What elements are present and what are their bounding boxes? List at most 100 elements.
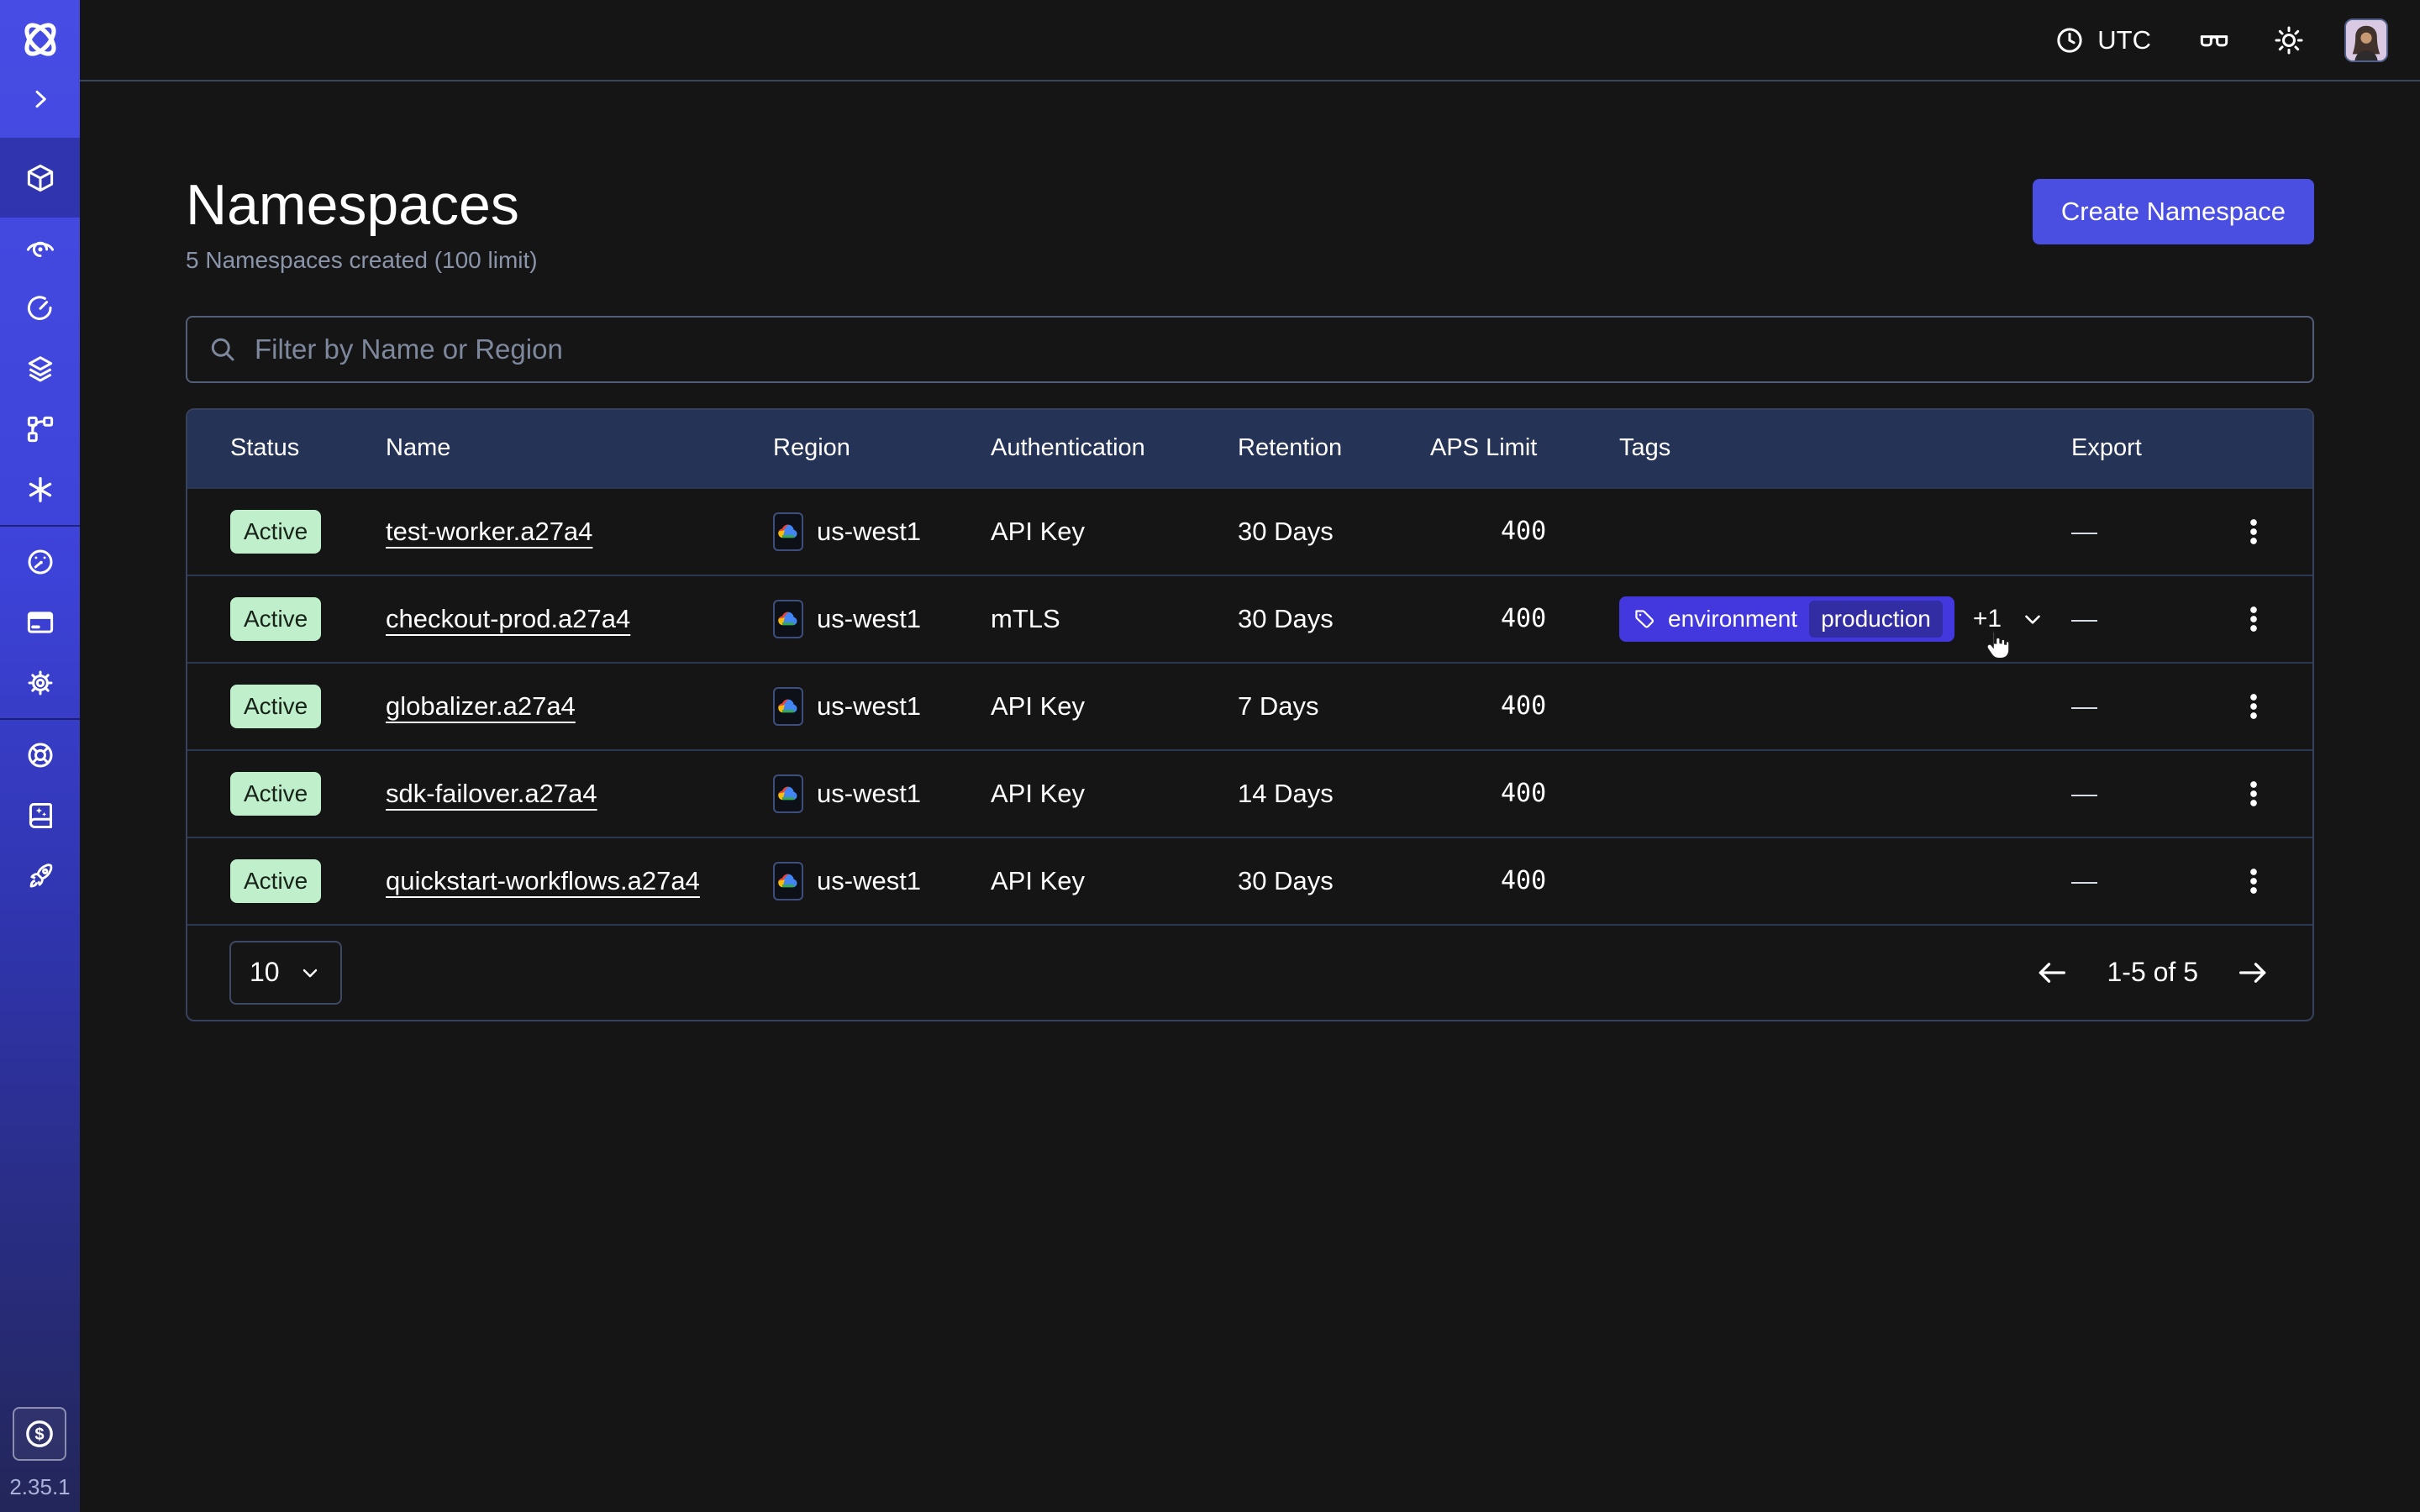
gcp-cloud-icon [773,600,803,638]
sidebar-item-billing-card-icon[interactable] [0,592,80,653]
auth-method-label: mTLS [991,604,1238,634]
table-row: Active sdk-failover.a27a4 us-west1 API K… [187,749,2312,837]
column-header: Name [386,434,773,462]
auth-method-label: API Key [991,517,1238,547]
main-area: UTC [80,0,2420,1512]
auth-method-label: API Key [991,691,1238,722]
branch-icon [24,413,56,445]
create-namespace-button[interactable]: Create Namespace [2033,179,2314,244]
user-avatar[interactable] [2344,18,2388,62]
theme-toggle-button[interactable] [2272,24,2306,57]
export-value: — [2071,691,2195,722]
previous-page-button[interactable] [2034,955,2070,990]
tags-expand-chevron-icon[interactable] [2020,606,2045,632]
lifebuoy-icon [24,739,56,771]
sun-icon [2272,24,2306,57]
namespace-link[interactable]: test-worker.a27a4 [386,517,592,547]
sidebar-item-branch-icon[interactable] [0,399,80,459]
app-window: $ 2.35.1 UTC [0,0,2420,1512]
page-header: Namespaces 5 Namespaces created (100 lim… [186,174,2314,274]
row-menu-button[interactable] [2232,858,2275,905]
sidebar-expand-button[interactable] [27,86,54,113]
sidebar-item-lifebuoy-icon[interactable] [0,725,80,785]
column-header: Tags [1619,434,2071,462]
aps-limit-value: 400 [1430,604,1619,633]
row-menu-button[interactable] [2232,683,2275,730]
export-value: — [2071,517,2195,547]
region-label: us-west1 [817,691,921,722]
temporal-logo [16,15,65,64]
glasses-icon [2195,24,2233,57]
page-title: Namespaces [186,174,538,237]
sidebar-item-gear-icon[interactable] [0,653,80,713]
sidebar-item-asterisk-icon[interactable] [0,459,80,520]
status-badge: Active [230,685,321,728]
tag-badge[interactable]: environment production [1619,596,1954,642]
column-header: Status [230,434,386,462]
export-value: — [2071,866,2195,896]
retention-label: 30 Days [1238,866,1430,896]
svg-text:$: $ [35,1425,45,1444]
region-label: us-west1 [817,779,921,809]
region-label: us-west1 [817,866,921,896]
table-row: Active quickstart-workflows.a27a4 us-wes… [187,837,2312,924]
sidebar-item-eye-spiral-icon[interactable] [0,218,80,278]
filter-input[interactable] [253,333,2292,366]
table-row: Active checkout-prod.a27a4 us-west1 mTLS… [187,575,2312,662]
sidebar-item-book-sparkles-icon[interactable] [0,785,80,846]
tag-icon [1633,607,1656,631]
retention-label: 30 Days [1238,517,1430,547]
gcp-cloud-icon [773,774,803,813]
row-menu-button[interactable] [2232,770,2275,817]
timer-icon [24,292,56,324]
next-page-button[interactable] [2235,955,2270,990]
sidebar-item-namespaces[interactable] [0,138,80,218]
sidebar-item-gauge-icon[interactable] [0,532,80,592]
gcp-cloud-icon [773,862,803,900]
namespace-link[interactable]: globalizer.a27a4 [386,691,576,722]
status-badge: Active [230,772,321,816]
namespaces-table: StatusNameRegionAuthenticationRetentionA… [186,408,2314,1021]
row-menu-button[interactable] [2232,596,2275,643]
rocket-icon [24,860,56,892]
arrow-right-icon [2235,955,2270,990]
chevron-down-icon [298,961,322,984]
sidebar-divider [0,718,80,720]
timezone-label: UTC [2097,25,2151,55]
table-header-row: StatusNameRegionAuthenticationRetentionA… [187,410,2312,487]
retention-label: 7 Days [1238,691,1430,722]
namespace-link[interactable]: checkout-prod.a27a4 [386,604,630,634]
status-badge: Active [230,510,321,554]
sidebar-item-layers-icon[interactable] [0,339,80,399]
cube-icon [24,162,56,194]
tag-more-count: +1 [1973,605,2002,633]
app-version: 2.35.1 [9,1474,70,1500]
aps-limit-value: 400 [1430,866,1619,895]
page-content: Namespaces 5 Namespaces created (100 lim… [80,81,2420,1512]
sidebar-footer: $ 2.35.1 [9,1407,70,1512]
sidebar-item-rocket-icon[interactable] [0,846,80,906]
book-sparkles-icon [24,800,56,832]
accessibility-button[interactable] [2195,24,2233,57]
table-body: Active test-worker.a27a4 us-west1 API Ke… [187,487,2312,924]
column-header: Export [2071,434,2195,462]
aps-limit-value: 400 [1430,517,1619,546]
eye-spiral-icon [24,232,56,264]
sidebar-item-timer-icon[interactable] [0,278,80,339]
tag-value-label: production [1809,601,1943,638]
sidebar-divider [0,525,80,527]
page-size-selector[interactable]: 10 [229,941,342,1005]
namespace-link[interactable]: sdk-failover.a27a4 [386,779,597,809]
namespace-link[interactable]: quickstart-workflows.a27a4 [386,866,700,896]
credits-button[interactable]: $ [13,1407,66,1461]
dollar-badge-icon: $ [22,1416,57,1452]
region-label: us-west1 [817,604,921,634]
search-icon [208,334,238,365]
sidebar: $ 2.35.1 [0,0,80,1512]
timezone-selector[interactable]: UTC [2049,24,2156,57]
column-header: Retention [1238,434,1430,462]
row-menu-button[interactable] [2232,508,2275,555]
gear-icon [24,667,56,699]
table-footer: 10 1-5 of 5 [187,924,2312,1020]
page-size-value: 10 [250,957,280,988]
